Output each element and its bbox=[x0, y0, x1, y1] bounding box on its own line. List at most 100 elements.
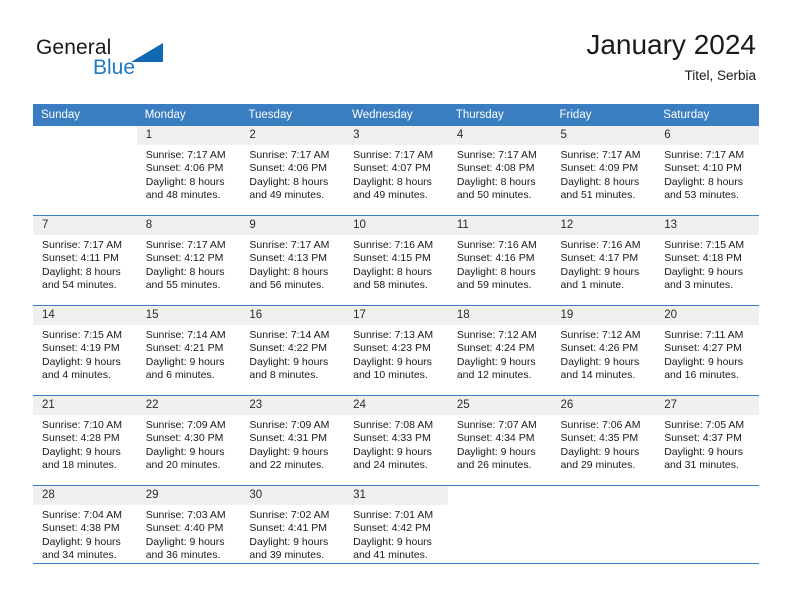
weekday-header-tuesday: Tuesday bbox=[240, 104, 345, 126]
daylight-text-line2: and 31 minutes. bbox=[664, 459, 739, 472]
calendar-day-cell[interactable]: 24 Sunrise: 7:08 AM Sunset: 4:33 PM Dayligh… bbox=[344, 396, 448, 485]
daylight-text-line1: Daylight: 8 hours bbox=[664, 175, 744, 188]
calendar-day-cell[interactable]: 21 Sunrise: 7:10 AM Sunset: 4:28 PM Dayligh… bbox=[33, 396, 137, 485]
calendar-day-cell[interactable]: 2 Sunrise: 7:17 AM Sunset: 4:06 PM Daylight… bbox=[240, 126, 345, 215]
daylight-text-line2: and 36 minutes. bbox=[145, 549, 221, 562]
sunrise-text: Sunrise: 7:06 AM bbox=[560, 419, 641, 431]
daylight-text-line1: Daylight: 8 hours bbox=[145, 265, 225, 278]
day-number bbox=[33, 126, 137, 145]
calendar-day-cell[interactable]: 27 Sunrise: 7:05 AM Sunset: 4:37 PM Dayligh… bbox=[655, 396, 759, 485]
calendar-day-cell[interactable]: 16 Sunrise: 7:14 AM Sunset: 4:22 PM Dayligh… bbox=[240, 306, 345, 395]
sunrise-text: Sunrise: 7:01 AM bbox=[353, 509, 434, 521]
day-number: 1 bbox=[136, 126, 241, 145]
calendar-day-cell[interactable]: 20 Sunrise: 7:11 AM Sunset: 4:27 PM Dayligh… bbox=[655, 306, 759, 395]
calendar-day-cell[interactable]: 4 Sunrise: 7:17 AM Sunset: 4:08 PM Daylight… bbox=[447, 126, 552, 215]
daylight-text-line2: and 55 minutes. bbox=[145, 279, 221, 292]
calendar-day-cell[interactable]: 26 Sunrise: 7:06 AM Sunset: 4:35 PM Dayligh… bbox=[551, 396, 656, 485]
daylight-text-line2: and 6 minutes. bbox=[145, 369, 215, 382]
sunset-text: Sunset: 4:42 PM bbox=[353, 522, 431, 535]
calendar-bottom-rule bbox=[33, 563, 759, 564]
sunrise-text: Sunrise: 7:10 AM bbox=[42, 419, 122, 431]
sunrise-text: Sunrise: 7:04 AM bbox=[42, 509, 122, 521]
day-number: 6 bbox=[655, 126, 759, 145]
day-details bbox=[552, 505, 656, 509]
calendar-day-cell[interactable]: 19 Sunrise: 7:12 AM Sunset: 4:26 PM Dayligh… bbox=[551, 306, 656, 395]
sunset-text: Sunset: 4:21 PM bbox=[145, 342, 224, 355]
sunset-text: Sunset: 4:08 PM bbox=[456, 162, 535, 175]
daylight-text-line1: Daylight: 8 hours bbox=[560, 175, 640, 188]
calendar-day-cell[interactable]: 1 Sunrise: 7:17 AM Sunset: 4:06 PM Daylight… bbox=[136, 126, 241, 215]
calendar-day-cell[interactable]: 23 Sunrise: 7:09 AM Sunset: 4:31 PM Dayligh… bbox=[240, 396, 345, 485]
sunrise-text: Sunrise: 7:02 AM bbox=[249, 509, 330, 521]
calendar-day-cell[interactable]: 29 Sunrise: 7:03 AM Sunset: 4:40 PM Dayligh… bbox=[136, 486, 241, 575]
calendar-day-cell[interactable]: 3 Sunrise: 7:17 AM Sunset: 4:07 PM Daylight… bbox=[344, 126, 448, 215]
calendar-day-cell[interactable]: 12 Sunrise: 7:16 AM Sunset: 4:17 PM Dayligh… bbox=[551, 216, 656, 305]
calendar-day-cell[interactable]: 11 Sunrise: 7:16 AM Sunset: 4:16 PM Dayligh… bbox=[447, 216, 552, 305]
daylight-text-line2: and 22 minutes. bbox=[249, 459, 325, 472]
calendar-day-cell[interactable]: 22 Sunrise: 7:09 AM Sunset: 4:30 PM Dayligh… bbox=[136, 396, 241, 485]
daylight-text-line1: Daylight: 8 hours bbox=[42, 265, 121, 278]
calendar-day-cell[interactable]: 5 Sunrise: 7:17 AM Sunset: 4:09 PM Daylight… bbox=[551, 126, 656, 215]
calendar-day-cell[interactable]: 18 Sunrise: 7:12 AM Sunset: 4:24 PM Dayligh… bbox=[447, 306, 552, 395]
calendar-day-cell-empty bbox=[447, 486, 552, 575]
sunrise-text: Sunrise: 7:17 AM bbox=[456, 149, 537, 161]
daylight-text-line2: and 49 minutes. bbox=[353, 189, 428, 202]
day-number: 29 bbox=[136, 486, 241, 505]
sunrise-text: Sunrise: 7:17 AM bbox=[664, 149, 745, 161]
daylight-text-line2: and 4 minutes. bbox=[42, 369, 111, 382]
day-details: Sunrise: 7:06 AM Sunset: 4:35 PM Daylight:… bbox=[552, 415, 656, 473]
daylight-text-line1: Daylight: 8 hours bbox=[456, 175, 536, 188]
day-number: 11 bbox=[447, 216, 552, 235]
brand-logo[interactable]: General Blue bbox=[36, 36, 216, 84]
calendar-day-cell[interactable]: 30 Sunrise: 7:02 AM Sunset: 4:41 PM Dayligh… bbox=[240, 486, 345, 575]
daylight-text-line2: and 10 minutes. bbox=[353, 369, 428, 382]
calendar-week-row: 28 Sunrise: 7:04 AM Sunset: 4:38 PM Dayligh… bbox=[33, 485, 759, 575]
calendar-day-cell[interactable]: 6 Sunrise: 7:17 AM Sunset: 4:10 PM Daylight… bbox=[655, 126, 759, 215]
calendar-day-cell[interactable]: 15 Sunrise: 7:14 AM Sunset: 4:21 PM Dayligh… bbox=[136, 306, 241, 395]
sunset-text: Sunset: 4:33 PM bbox=[353, 432, 431, 445]
daylight-text-line2: and 1 minute. bbox=[560, 279, 625, 292]
day-number: 27 bbox=[655, 396, 759, 415]
day-number: 13 bbox=[655, 216, 759, 235]
daylight-text-line1: Daylight: 8 hours bbox=[456, 265, 536, 278]
calendar-day-cell[interactable]: 9 Sunrise: 7:17 AM Sunset: 4:13 PM Daylight… bbox=[240, 216, 345, 305]
sunrise-text: Sunrise: 7:16 AM bbox=[353, 239, 434, 251]
calendar-day-cell[interactable]: 28 Sunrise: 7:04 AM Sunset: 4:38 PM Dayligh… bbox=[33, 486, 137, 575]
sunrise-text: Sunrise: 7:05 AM bbox=[664, 419, 745, 431]
calendar-day-cell-empty bbox=[33, 126, 137, 215]
weekday-header-friday: Friday bbox=[551, 104, 656, 126]
daylight-text-line2: and 48 minutes. bbox=[145, 189, 221, 202]
day-number bbox=[655, 486, 759, 505]
calendar-day-cell[interactable]: 17 Sunrise: 7:13 AM Sunset: 4:23 PM Dayligh… bbox=[344, 306, 448, 395]
sunset-text: Sunset: 4:12 PM bbox=[145, 252, 224, 265]
daylight-text-line2: and 41 minutes. bbox=[353, 549, 428, 562]
sunset-text: Sunset: 4:40 PM bbox=[145, 522, 224, 535]
calendar-day-cell[interactable]: 10 Sunrise: 7:16 AM Sunset: 4:15 PM Dayligh… bbox=[344, 216, 448, 305]
calendar-day-cell[interactable]: 14 Sunrise: 7:15 AM Sunset: 4:19 PM Dayligh… bbox=[33, 306, 137, 395]
sunrise-text: Sunrise: 7:03 AM bbox=[145, 509, 226, 521]
day-number: 21 bbox=[33, 396, 137, 415]
sunset-text: Sunset: 4:23 PM bbox=[353, 342, 431, 355]
day-details: Sunrise: 7:09 AM Sunset: 4:31 PM Daylight:… bbox=[240, 415, 344, 473]
sunset-text: Sunset: 4:06 PM bbox=[249, 162, 328, 175]
day-details: Sunrise: 7:01 AM Sunset: 4:42 PM Daylight:… bbox=[344, 505, 448, 563]
sunrise-text: Sunrise: 7:15 AM bbox=[42, 329, 122, 341]
calendar-day-cell[interactable]: 8 Sunrise: 7:17 AM Sunset: 4:12 PM Daylight… bbox=[136, 216, 241, 305]
sunrise-text: Sunrise: 7:17 AM bbox=[560, 149, 641, 161]
calendar-header-row: Sunday Monday Tuesday Wednesday Thursday… bbox=[33, 104, 759, 126]
day-details: Sunrise: 7:17 AM Sunset: 4:12 PM Daylight:… bbox=[137, 235, 241, 293]
day-details: Sunrise: 7:10 AM Sunset: 4:28 PM Daylight:… bbox=[33, 415, 137, 473]
title-block: January 2024 Titel, Serbia bbox=[586, 28, 756, 86]
sunset-text: Sunset: 4:37 PM bbox=[664, 432, 742, 445]
sunset-text: Sunset: 4:31 PM bbox=[249, 432, 328, 445]
calendar-day-cell[interactable]: 7 Sunrise: 7:17 AM Sunset: 4:11 PM Daylight… bbox=[33, 216, 137, 305]
daylight-text-line1: Daylight: 8 hours bbox=[353, 175, 432, 188]
calendar-day-cell[interactable]: 31 Sunrise: 7:01 AM Sunset: 4:42 PM Dayligh… bbox=[344, 486, 448, 575]
brand-name-blue: Blue bbox=[93, 56, 136, 79]
page-subtitle: Titel, Serbia bbox=[684, 68, 756, 83]
daylight-text-line1: Daylight: 9 hours bbox=[145, 445, 225, 458]
weekday-header-monday: Monday bbox=[136, 104, 241, 126]
calendar-day-cell[interactable]: 25 Sunrise: 7:07 AM Sunset: 4:34 PM Dayligh… bbox=[447, 396, 552, 485]
calendar-day-cell[interactable]: 13 Sunrise: 7:15 AM Sunset: 4:18 PM Dayligh… bbox=[655, 216, 759, 305]
daylight-text-line1: Daylight: 9 hours bbox=[145, 535, 225, 548]
